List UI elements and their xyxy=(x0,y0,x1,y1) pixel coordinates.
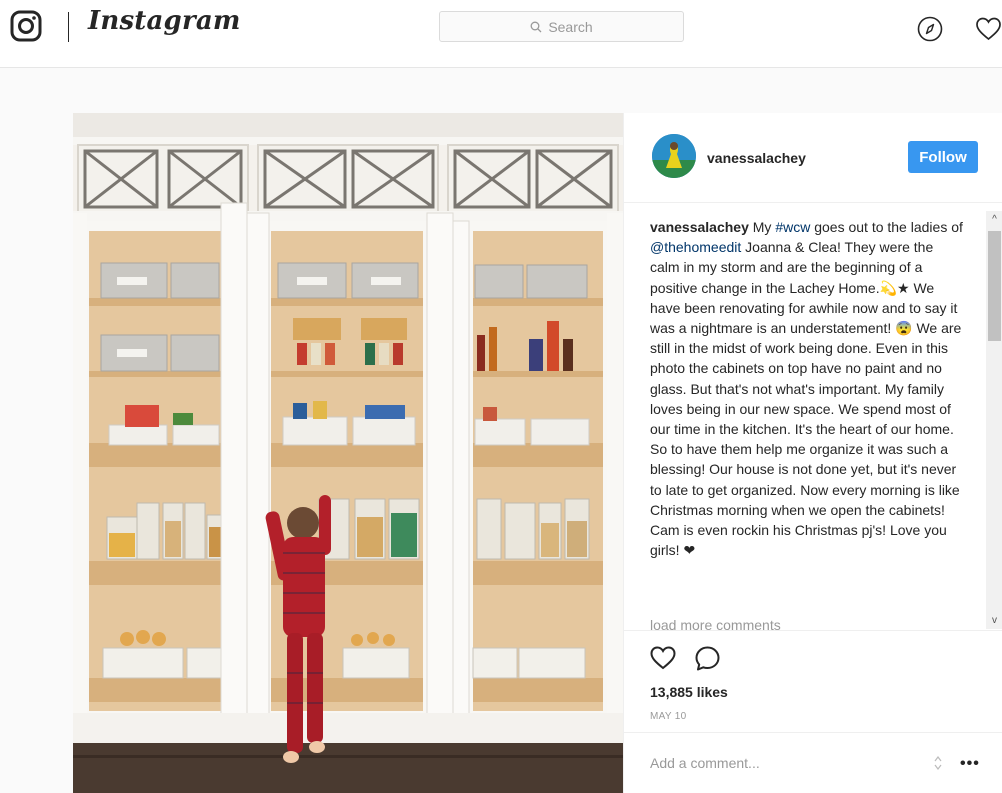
search-icon xyxy=(530,21,542,32)
caption-scrollbar[interactable]: ^ v xyxy=(986,211,1002,629)
post-username[interactable]: vanessalachey xyxy=(707,150,806,166)
search-placeholder: Search xyxy=(548,18,593,35)
heart-icon[interactable] xyxy=(975,16,1002,42)
instagram-wordmark[interactable]: Instagram xyxy=(88,6,241,36)
add-comment-bar: Add a comment... ••• xyxy=(624,732,1002,793)
scroll-thumb[interactable] xyxy=(988,231,1001,341)
like-heart-icon[interactable] xyxy=(649,645,677,671)
post-header: vanessalachey Follow xyxy=(624,113,1002,203)
scroll-down-arrow-icon[interactable]: v xyxy=(986,612,1002,629)
compass-icon[interactable] xyxy=(917,16,943,42)
likes-count[interactable]: 13,885 likes xyxy=(650,684,728,700)
caption-text-2: goes out to the ladies of xyxy=(810,219,963,235)
resize-handle-icon xyxy=(934,756,942,770)
post-photo[interactable] xyxy=(73,113,623,793)
caption-text-1: My xyxy=(748,219,776,235)
hashtag-link[interactable]: #wcw xyxy=(775,219,810,235)
search-input[interactable]: Search xyxy=(439,11,684,42)
post-date: MAY 10 xyxy=(650,711,687,722)
post-actions: 13,885 likes MAY 10 xyxy=(624,630,1002,732)
caption-username[interactable]: vanessalachey xyxy=(650,219,749,235)
post-card: vanessalachey Follow vanessalachey My #w… xyxy=(73,113,1002,793)
more-options-icon[interactable]: ••• xyxy=(960,755,980,773)
post-sidebar: vanessalachey Follow vanessalachey My #w… xyxy=(623,113,1002,793)
load-more-comments-link[interactable]: load more comments xyxy=(650,617,781,630)
add-comment-input[interactable]: Add a comment... xyxy=(650,755,760,771)
post-caption: vanessalachey My #wcw goes out to the la… xyxy=(650,217,966,560)
scroll-up-arrow-icon[interactable]: ^ xyxy=(986,211,1002,228)
follow-button[interactable]: Follow xyxy=(908,141,978,173)
mention-link[interactable]: @thehomeedit xyxy=(650,239,741,255)
avatar[interactable] xyxy=(652,134,696,178)
caption-text-3: Joanna & Clea! They were the calm in my … xyxy=(650,239,962,559)
pantry-photo-illustration xyxy=(73,113,623,793)
instagram-logo-icon[interactable] xyxy=(10,10,42,42)
comments-section: vanessalachey My #wcw goes out to the la… xyxy=(624,203,1002,630)
comment-bubble-icon[interactable] xyxy=(694,645,721,672)
logo-divider xyxy=(68,12,69,42)
top-navigation-bar: Instagram Search xyxy=(0,0,1002,68)
